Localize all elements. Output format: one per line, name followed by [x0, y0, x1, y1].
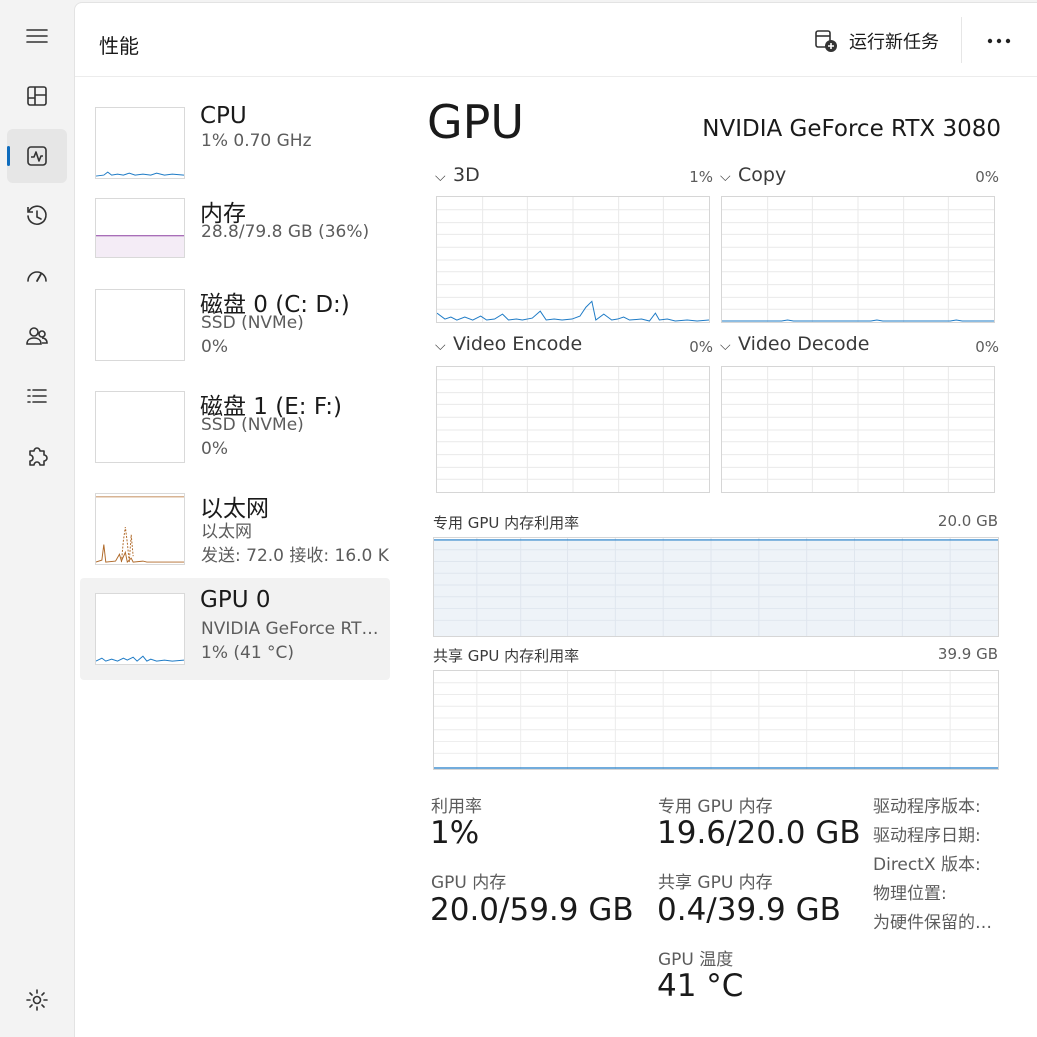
shared-memory-graph [433, 670, 999, 770]
directx-version-label: DirectX 版本: [873, 855, 981, 875]
shared-memory-graph-label: 共享 GPU 内存利用率 [433, 647, 580, 665]
run-new-task-label: 运行新任务 [849, 32, 939, 53]
task-manager-window: 性能 运行新任务 CPU 1% 0.70 GHz 内存 28.8/79.8 GB [0, 0, 1037, 1037]
dedicated-memory-graph-max: 20.0 GB [937, 512, 998, 530]
cpu-thumbnail [95, 107, 185, 179]
hamburger-menu-button[interactable] [7, 9, 67, 63]
gear-icon [26, 989, 48, 1011]
device-line2: 0% [201, 439, 228, 459]
hamburger-icon [26, 29, 48, 43]
device-name: CPU [200, 103, 247, 129]
engine-3d-graph [436, 196, 710, 323]
device-line2: 0% [201, 337, 228, 357]
device-line1: NVIDIA GeForce RTX 3080 [201, 619, 381, 639]
detail-title: GPU [427, 95, 525, 149]
device-ethernet[interactable]: 以太网 以太网 发送: 72.0 接收: 16.0 K [80, 480, 390, 582]
run-new-task-button[interactable]: 运行新任务 [813, 25, 939, 57]
device-line1: 28.8/79.8 GB (36%) [201, 222, 370, 242]
speedometer-icon [27, 271, 47, 282]
engine-name: Copy [738, 164, 787, 186]
device-line1: SSD (NVMe) [201, 313, 304, 333]
device-name: GPU 0 [200, 587, 271, 613]
gpu-memory-label: GPU 内存 [431, 873, 507, 893]
device-memory[interactable]: 内存 28.8/79.8 GB (36%) [80, 185, 390, 287]
chevron-down-icon: ⌵ [435, 338, 446, 354]
nav-users[interactable] [7, 309, 67, 363]
more-options-button[interactable] [981, 25, 1017, 57]
engine-name: 3D [453, 164, 480, 186]
physical-location-label: 物理位置: [873, 884, 947, 904]
utilization-value: 1% [430, 815, 480, 851]
engine-percent: 1% [689, 168, 713, 186]
page-title: 性能 [99, 34, 139, 58]
hardware-reserved-memory-label: 为硬件保留的内存: [873, 913, 997, 933]
gpu-temperature-value: 41 °C [657, 968, 744, 1004]
nav-details[interactable] [7, 369, 67, 423]
engine-copy-graph [721, 196, 995, 323]
engine-percent: 0% [975, 168, 999, 186]
engine-percent: 0% [689, 338, 713, 356]
device-disk-1[interactable]: 磁盘 1 (E: F:) SSD (NVMe) 0% [80, 378, 390, 480]
engine-video-decode-graph [721, 366, 995, 493]
device-cpu[interactable]: CPU 1% 0.70 GHz [80, 94, 390, 196]
device-line1: SSD (NVMe) [201, 415, 304, 435]
engine-video-decode-selector[interactable]: ⌵ Video Decode [720, 333, 869, 357]
memory-thumbnail [95, 198, 185, 258]
users-icon [26, 327, 48, 345]
nav-services[interactable] [7, 429, 67, 483]
chevron-down-icon: ⌵ [435, 169, 446, 185]
chevron-down-icon: ⌵ [720, 169, 731, 185]
gpu-model-name: NVIDIA GeForce RTX 3080 [702, 116, 1001, 142]
engine-video-encode-selector[interactable]: ⌵ Video Encode [435, 333, 582, 357]
nav-app-history[interactable] [7, 189, 67, 243]
nav-settings[interactable] [7, 973, 67, 1027]
engine-video-encode-graph [436, 366, 710, 493]
device-line2: 发送: 72.0 接收: 16.0 K [201, 546, 389, 566]
engine-name: Video Decode [738, 333, 870, 355]
nav-processes[interactable] [7, 69, 67, 123]
history-icon [27, 205, 47, 225]
chevron-down-icon: ⌵ [720, 338, 731, 354]
header: 性能 运行新任务 [75, 3, 1037, 77]
shared-memory-graph-max: 39.9 GB [937, 645, 998, 663]
nav-startup-apps[interactable] [7, 249, 67, 303]
device-line1: 以太网 [201, 522, 252, 542]
more-icon [987, 38, 1011, 44]
nav-performance[interactable] [7, 129, 67, 183]
engine-percent: 0% [975, 338, 999, 356]
nav-rail [0, 0, 74, 1037]
engine-copy-selector[interactable]: ⌵ Copy [720, 164, 786, 188]
header-divider [961, 17, 962, 63]
gpu-memory-value: 20.0/59.9 GB [430, 892, 634, 928]
device-gpu-0[interactable]: GPU 0 NVIDIA GeForce RTX 3080 1% (41 °C) [80, 578, 390, 680]
utilization-label: 利用率 [431, 797, 482, 817]
shared-memory-label: 共享 GPU 内存 [658, 873, 773, 893]
dedicated-memory-value: 19.6/20.0 GB [657, 815, 861, 851]
dedicated-memory-graph [433, 537, 999, 637]
engine-name: Video Encode [453, 333, 583, 355]
device-line2: 1% (41 °C) [201, 643, 295, 663]
new-task-icon [815, 30, 837, 52]
engine-3d-selector[interactable]: ⌵ 3D [435, 164, 480, 188]
gpu-temperature-label: GPU 温度 [658, 950, 734, 970]
shared-memory-value: 0.4/39.9 GB [657, 892, 841, 928]
disk1-thumbnail [95, 391, 185, 463]
main-panel: 性能 运行新任务 CPU 1% 0.70 GHz 内存 28.8/79.8 GB [74, 2, 1037, 1037]
device-disk-0[interactable]: 磁盘 0 (C: D:) SSD (NVMe) 0% [80, 276, 390, 378]
dedicated-memory-graph-label: 专用 GPU 内存利用率 [433, 514, 580, 532]
processes-icon [27, 86, 47, 106]
puzzle-icon [29, 447, 48, 466]
gpu-thumbnail [95, 593, 185, 665]
ethernet-thumbnail [95, 493, 185, 565]
device-line1: 1% 0.70 GHz [201, 131, 312, 151]
list-icon [27, 389, 47, 403]
disk0-thumbnail [95, 289, 185, 361]
dedicated-memory-label: 专用 GPU 内存 [658, 797, 773, 817]
driver-date-label: 驱动程序日期: [873, 826, 981, 846]
driver-version-label: 驱动程序版本: [873, 797, 981, 817]
performance-icon [27, 146, 47, 166]
